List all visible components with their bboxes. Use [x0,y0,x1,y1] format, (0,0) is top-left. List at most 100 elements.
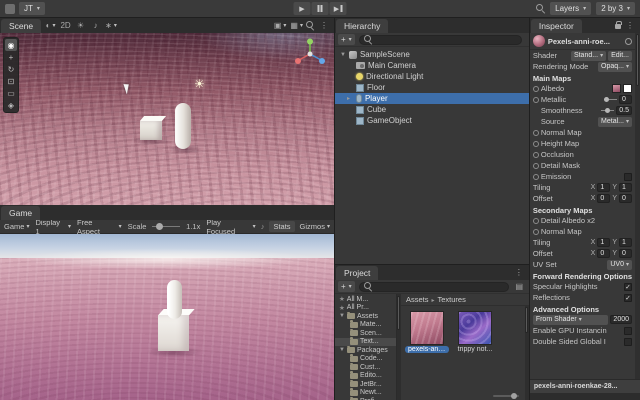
rect-tool-button[interactable]: ▭ [5,87,17,99]
folder-assets[interactable]: Assets [335,312,396,321]
aspect-ratio-dropdown[interactable]: Free Aspect [77,218,122,236]
scene-audio-toggle[interactable]: ♪ [89,20,102,32]
texture-slot-icon[interactable] [533,218,539,224]
texture-slot-icon[interactable] [533,141,539,147]
hierarchy-create-button[interactable]: + [338,34,355,45]
texture-slot-icon[interactable] [533,229,539,235]
folder-scenes[interactable]: Scen... [335,329,396,338]
render-queue-field[interactable]: 2000 [610,315,632,324]
gear-icon[interactable] [625,38,632,45]
folder-packages[interactable]: Packages [335,346,396,355]
camera-settings-dropdown[interactable]: ▣ [273,20,288,32]
tiling2-y-field[interactable]: 1 [619,238,632,247]
texture-thumbnail[interactable] [458,311,492,345]
offset-x-field[interactable]: 0 [597,194,610,203]
inspector-scrollbar[interactable] [635,33,640,379]
version-control-icon[interactable] [5,4,15,14]
hierarchy-item-cube[interactable]: Cube [335,104,529,115]
offset-y-field[interactable]: 0 [619,194,632,203]
project-search-input[interactable] [359,282,509,292]
display-dropdown[interactable]: Display 1 [35,218,71,236]
texture-slot-icon[interactable] [533,97,539,103]
albedo-color-swatch[interactable] [623,84,632,93]
tab-project[interactable]: Project [336,266,378,280]
rotate-tool-button[interactable]: ↻ [5,63,17,75]
stats-button[interactable]: Stats [269,221,294,232]
asset-trippy-texture[interactable]: trippy not... [456,311,494,353]
scene-viewport[interactable]: ☀ ◉ + ↻ ⊡ ▭ ◈ [0,33,334,205]
favorite-all-materials[interactable]: ★ All M... [335,295,396,304]
tiling-y-field[interactable]: 1 [619,183,632,192]
project-create-button[interactable]: + [338,281,355,292]
reflections-checkbox[interactable]: ✓ [624,294,632,302]
texture-slot-icon[interactable] [533,163,539,169]
view-tool-button[interactable]: ◉ [5,39,17,51]
tab-scene[interactable]: Scene [1,19,41,33]
texture-thumbnail[interactable] [410,311,444,345]
game-view-menu-dropdown[interactable]: Game [4,222,29,231]
inspector-menu-icon[interactable]: ⋮ [623,21,637,30]
rendering-mode-dropdown[interactable]: Opaq... [598,62,632,72]
search-icon[interactable] [536,4,545,13]
thumbnail-size-slider[interactable] [493,395,519,397]
hierarchy-item-samplescene[interactable]: SampleScene [335,49,529,60]
offset2-y-field[interactable]: 0 [619,249,632,258]
scene-lighting-toggle[interactable]: ☀ [74,20,87,32]
scale-tool-button[interactable]: ⊡ [5,75,17,87]
scene-cube-object[interactable] [140,121,162,140]
layout-dropdown[interactable]: 2 by 3 [596,2,635,15]
step-button[interactable]: ▶ [330,2,347,15]
shading-mode-dropdown[interactable]: ◐ [44,20,57,32]
package-item[interactable]: Cust... [335,363,396,372]
mute-audio-icon[interactable]: ♪ [261,222,265,231]
tab-inspector[interactable]: Inspector [531,19,582,33]
tiling-x-field[interactable]: 1 [597,183,610,192]
package-item[interactable]: Edito... [335,372,396,381]
folder-materials[interactable]: Mate... [335,321,396,330]
uv-set-dropdown[interactable]: UV0 [607,260,632,270]
orientation-gizmo[interactable] [292,36,328,72]
hierarchy-item-floor[interactable]: Floor [335,82,529,93]
favorite-all-prefabs[interactable]: ★ All Pr... [335,304,396,313]
directional-light-gizmo-icon[interactable]: ☀ [194,77,205,91]
metallic-slider[interactable] [604,99,617,100]
package-item[interactable]: Newt... [335,389,396,398]
render-queue-dropdown[interactable]: From Shader [533,315,609,325]
shader-dropdown[interactable]: Stand... [571,51,606,61]
texture-slot-icon[interactable] [533,86,539,92]
scene-menu-icon[interactable]: ⋮ [317,21,331,30]
transform-tool-button[interactable]: ◈ [5,99,17,111]
lock-icon[interactable] [615,24,621,29]
scene-player-capsule[interactable] [175,103,191,149]
preview-asset-name[interactable]: pexels-anni-roenkae-28... [530,380,640,393]
tab-hierarchy[interactable]: Hierarchy [336,19,388,33]
assets-scrollbar[interactable] [525,306,529,400]
gpu-instancing-checkbox[interactable] [624,327,632,335]
expand-arrow-icon[interactable] [347,95,353,102]
grid-visibility-dropdown[interactable]: ▦ [289,20,304,32]
specular-checkbox[interactable]: ✓ [624,283,632,291]
texture-slot-icon[interactable] [533,130,539,136]
breadcrumb-assets[interactable]: Assets [406,295,429,304]
account-dropdown[interactable]: JT [19,2,45,15]
shader-edit-button[interactable]: Edit... [608,51,632,61]
expand-arrow-icon[interactable] [340,52,346,58]
source-dropdown[interactable]: Metal... [598,117,632,127]
move-tool-button[interactable]: + [5,51,17,63]
hierarchy-item-player[interactable]: Player [335,93,529,104]
texture-slot-icon[interactable] [533,152,539,158]
play-button[interactable]: ▶ [294,2,311,15]
emission-checkbox[interactable] [624,173,632,181]
package-item[interactable]: JetBr... [335,380,396,389]
layers-dropdown[interactable]: Layers [550,2,591,15]
breadcrumb-textures[interactable]: Textures [438,295,466,304]
gizmos-dropdown[interactable]: Gizmos [300,222,330,231]
2d-toggle-button[interactable]: 2D [59,20,72,32]
expand-arrow-icon[interactable] [339,313,345,319]
package-item[interactable]: Code... [335,355,396,364]
hierarchy-search-input[interactable] [359,35,522,45]
hierarchy-item-gameobject[interactable]: GameObject [335,115,529,126]
expand-arrow-icon[interactable] [339,347,345,353]
offset2-x-field[interactable]: 0 [597,249,610,258]
texture-slot-icon[interactable] [533,174,539,180]
